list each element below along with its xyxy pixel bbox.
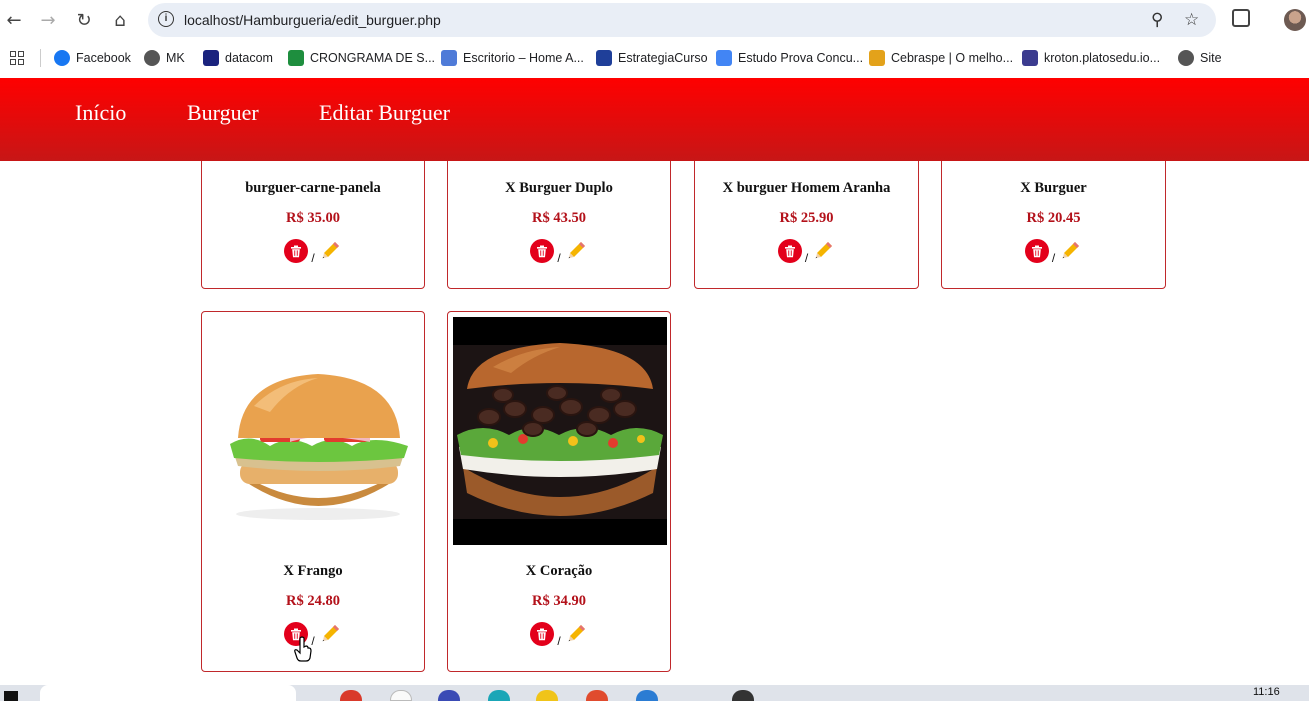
house-icon	[441, 50, 457, 66]
action-separator: /	[804, 251, 809, 265]
pencil-icon[interactable]	[1058, 239, 1082, 263]
burger-price: R$ 43.50	[532, 210, 586, 226]
bookmark-crongrama[interactable]: CRONGRAMA DE S...	[288, 49, 435, 67]
bookmark-facebook[interactable]: Facebook	[54, 49, 131, 67]
zoom-icon[interactable]: ⚲	[1151, 10, 1163, 30]
hand-cursor-icon	[294, 636, 312, 667]
burger-heart-image	[453, 317, 667, 545]
bookmark-escritorio[interactable]: Escritorio – Home A...	[441, 49, 584, 67]
browser-toolbar: ← → ↻ ⌂ i localhost/Hamburgueria/edit_bu…	[0, 0, 1309, 40]
facebook-icon	[54, 50, 70, 66]
burger-name: burguer-carne-panela	[245, 180, 381, 196]
card-actions: /	[942, 239, 1165, 265]
bookmark-site[interactable]: Site	[1178, 49, 1222, 67]
burger-name: X Coração	[525, 563, 593, 579]
burger-price: R$ 24.80	[286, 593, 340, 609]
card-actions: /	[448, 622, 670, 648]
bookmark-cebraspe[interactable]: Cebraspe | O melho...	[869, 49, 1013, 67]
back-arrow-icon[interactable]: ←	[2, 8, 26, 32]
burger-price: R$ 25.90	[779, 210, 834, 226]
app-icon[interactable]	[340, 690, 362, 701]
burger-card: X Frango R$ 24.80 /	[201, 311, 425, 672]
pencil-icon[interactable]	[318, 239, 342, 263]
burger-price: R$ 34.90	[532, 593, 586, 609]
trash-icon[interactable]	[530, 622, 555, 646]
datacom-icon	[203, 50, 219, 66]
taskbar-search[interactable]	[40, 685, 296, 701]
burger-card: X Burguer R$ 20.45 /	[941, 150, 1166, 289]
action-separator: /	[557, 634, 561, 648]
pen-icon	[869, 50, 885, 66]
forward-arrow-icon[interactable]: →	[36, 8, 60, 32]
burger-card: X Burguer Duplo R$ 43.50 /	[447, 150, 671, 289]
taskbar-clock: 11:16	[1253, 686, 1280, 698]
profile-avatar[interactable]	[1284, 9, 1306, 31]
platos-icon	[1022, 50, 1038, 66]
trash-icon[interactable]	[530, 239, 555, 263]
bookmarks-bar: Facebook MK datacom CRONGRAMA DE S... Es…	[0, 40, 1309, 76]
burger-name: X burguer Homem Aranha	[722, 180, 891, 196]
extensions-icon[interactable]	[1232, 9, 1250, 27]
burger-card: X Coração R$ 34.90 /	[447, 311, 671, 672]
card-actions: /	[202, 239, 424, 265]
url-text[interactable]: localhost/Hamburgueria/edit_burguer.php	[184, 12, 441, 28]
globe-icon	[144, 50, 160, 66]
burger-name: X Burguer Duplo	[505, 180, 613, 196]
app-icon[interactable]	[438, 690, 460, 701]
address-bar[interactable]: i localhost/Hamburgueria/edit_burguer.ph…	[148, 3, 1216, 37]
vscode-icon[interactable]	[636, 690, 658, 701]
burger-card: burguer-carne-panela R$ 35.00 /	[201, 150, 425, 289]
card-actions: /	[695, 239, 918, 265]
bookmark-mk[interactable]: MK	[144, 49, 185, 67]
bookmark-estudo[interactable]: Estudo Prova Concu...	[716, 49, 863, 67]
bookmarks-divider	[40, 49, 41, 67]
site-info-icon[interactable]: i	[158, 11, 174, 27]
burger-price: R$ 35.00	[286, 210, 340, 226]
app-icon[interactable]	[488, 690, 510, 701]
pencil-icon[interactable]	[811, 239, 835, 263]
trash-icon[interactable]	[1024, 239, 1049, 263]
bookmark-datacom[interactable]: datacom	[203, 49, 273, 67]
burger-chicken-image	[220, 362, 416, 522]
pencil-icon[interactable]	[564, 239, 588, 263]
bookmark-estrategia[interactable]: EstrategiaCurso	[596, 49, 708, 67]
action-separator: /	[311, 251, 315, 265]
bookmark-kroton[interactable]: kroton.platosedu.io...	[1022, 49, 1160, 67]
card-actions: /	[448, 239, 670, 265]
apps-grid-icon[interactable]	[10, 51, 24, 65]
action-separator: /	[1051, 251, 1056, 265]
nav-link-inicio[interactable]: Início	[75, 100, 126, 126]
chrome-icon[interactable]	[586, 690, 608, 701]
card-actions: /	[202, 622, 424, 648]
trash-icon[interactable]	[284, 239, 309, 263]
trash-icon[interactable]	[777, 239, 802, 263]
burger-price: R$ 20.45	[1026, 210, 1081, 226]
nav-link-editar-burguer[interactable]: Editar Burguer	[319, 100, 450, 126]
file-icon[interactable]	[390, 690, 412, 701]
reload-icon[interactable]: ↻	[72, 8, 96, 32]
shield-icon	[596, 50, 612, 66]
globe-icon	[1178, 50, 1194, 66]
home-icon[interactable]: ⌂	[108, 8, 132, 32]
burger-name: X Burguer	[1020, 180, 1087, 196]
star-icon[interactable]: ☆	[1184, 10, 1199, 30]
burger-name: X Frango	[283, 563, 343, 579]
pencil-icon[interactable]	[564, 622, 588, 646]
app-icon[interactable]	[732, 690, 754, 701]
action-separator: /	[557, 251, 561, 265]
sheets-icon	[288, 50, 304, 66]
nav-link-burguer[interactable]: Burguer	[187, 100, 259, 126]
folder-icon[interactable]	[536, 690, 558, 701]
docs-icon	[716, 50, 732, 66]
windows-start-icon[interactable]	[4, 691, 18, 701]
taskbar: 11:16	[0, 685, 1309, 701]
burger-card: X burguer Homem Aranha R$ 25.90 /	[694, 150, 919, 289]
pencil-icon[interactable]	[318, 622, 342, 646]
